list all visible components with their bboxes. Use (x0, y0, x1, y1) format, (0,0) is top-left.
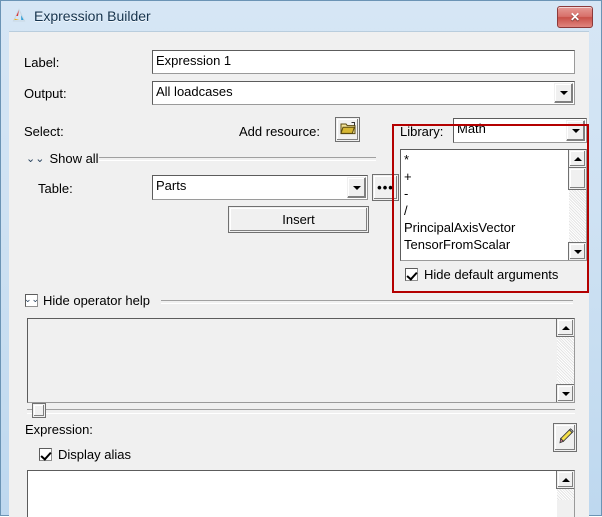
display-alias-row[interactable]: Display alias (39, 447, 131, 462)
pencil-icon (557, 427, 574, 448)
library-listbox[interactable]: * + - / PrincipalAxisVector TensorFromSc… (400, 149, 587, 261)
triangle-logo-icon (10, 7, 28, 25)
expression-caption: Expression: (25, 422, 93, 437)
add-resource-caption: Add resource: (239, 124, 320, 139)
chevron-down-icon[interactable] (554, 83, 573, 103)
list-item[interactable]: / (404, 202, 569, 219)
label-input[interactable]: Expression 1 (152, 50, 575, 74)
show-all-label: Show all (49, 151, 99, 166)
list-item[interactable]: PrincipalAxisVector (404, 219, 569, 236)
scrollbar-track[interactable] (557, 336, 574, 385)
show-all-toggle[interactable]: ⌄⌄ Show all (26, 151, 99, 166)
scrollbar-track[interactable] (27, 409, 575, 414)
hide-default-arguments-label: Hide default arguments (424, 267, 559, 282)
operator-help-textarea[interactable] (27, 318, 575, 403)
output-caption: Output: (24, 86, 67, 101)
double-chevron-down-icon[interactable]: ⌄⌄ (24, 294, 39, 307)
output-combobox-value: All loadcases (156, 84, 233, 99)
scroll-up-icon[interactable] (557, 319, 574, 336)
scroll-up-icon[interactable] (557, 471, 574, 488)
table-combobox[interactable]: Parts (152, 175, 368, 200)
close-icon: ✕ (569, 10, 581, 24)
select-caption: Select: (24, 124, 64, 139)
library-combobox-value: Math (457, 121, 486, 136)
scroll-up-icon[interactable] (569, 150, 586, 167)
expression-scrollbar[interactable] (557, 471, 574, 517)
scrollbar-thumb[interactable] (569, 168, 586, 189)
show-all-divider (99, 157, 376, 161)
hide-operator-help-divider (161, 300, 573, 304)
dialog-client-area: Label: Expression 1 Output: All loadcase… (9, 31, 589, 517)
list-item[interactable]: * (404, 151, 569, 168)
output-combobox[interactable]: All loadcases (152, 81, 575, 105)
scroll-down-icon[interactable] (569, 243, 586, 260)
display-alias-checkbox[interactable] (39, 448, 52, 461)
chevron-down-icon[interactable] (566, 120, 585, 141)
insert-button[interactable]: Insert (229, 207, 368, 232)
scrollbar-track[interactable] (557, 488, 574, 500)
double-chevron-down-icon: ⌄⌄ (26, 152, 45, 165)
label-caption: Label: (24, 55, 60, 70)
expression-builder-window: Expression Builder ✕ Label: Expression 1… (0, 0, 602, 517)
title-bar: Expression Builder ✕ (1, 1, 601, 31)
library-caption: Library: (400, 124, 444, 139)
expression-edit-button[interactable] (554, 424, 576, 451)
hide-operator-help-label: Hide operator help (43, 293, 150, 308)
window-title: Expression Builder (34, 8, 151, 24)
hide-default-arguments-checkbox[interactable] (405, 268, 418, 281)
operator-help-scrollbar[interactable] (557, 319, 574, 402)
expression-textarea[interactable] (27, 470, 575, 517)
table-browse-button[interactable]: ••• (373, 175, 398, 200)
scrollbar-thumb[interactable] (33, 404, 45, 417)
scroll-down-icon[interactable] (557, 385, 574, 402)
chevron-down-icon[interactable] (347, 177, 366, 198)
display-alias-label: Display alias (58, 447, 131, 462)
add-resource-button[interactable] (336, 118, 359, 141)
list-item[interactable]: TensorFromScalar (404, 236, 569, 253)
list-item[interactable]: + (404, 168, 569, 185)
library-list-scrollbar[interactable] (569, 150, 586, 260)
close-button[interactable]: ✕ (557, 6, 593, 28)
list-item[interactable]: - (404, 185, 569, 202)
table-combobox-value: Parts (156, 178, 187, 193)
hide-default-arguments-row[interactable]: Hide default arguments (405, 267, 558, 282)
open-folder-icon (339, 121, 356, 138)
table-caption: Table: (38, 181, 73, 196)
library-combobox[interactable]: Math (453, 118, 587, 143)
hide-operator-help-toggle[interactable]: ⌄⌄ Hide operator help (24, 293, 150, 308)
operator-help-hscrollbar[interactable] (27, 404, 575, 417)
library-list-items: * + - / PrincipalAxisVector TensorFromSc… (401, 150, 569, 260)
expression-content (28, 471, 557, 517)
operator-help-content (28, 319, 557, 402)
